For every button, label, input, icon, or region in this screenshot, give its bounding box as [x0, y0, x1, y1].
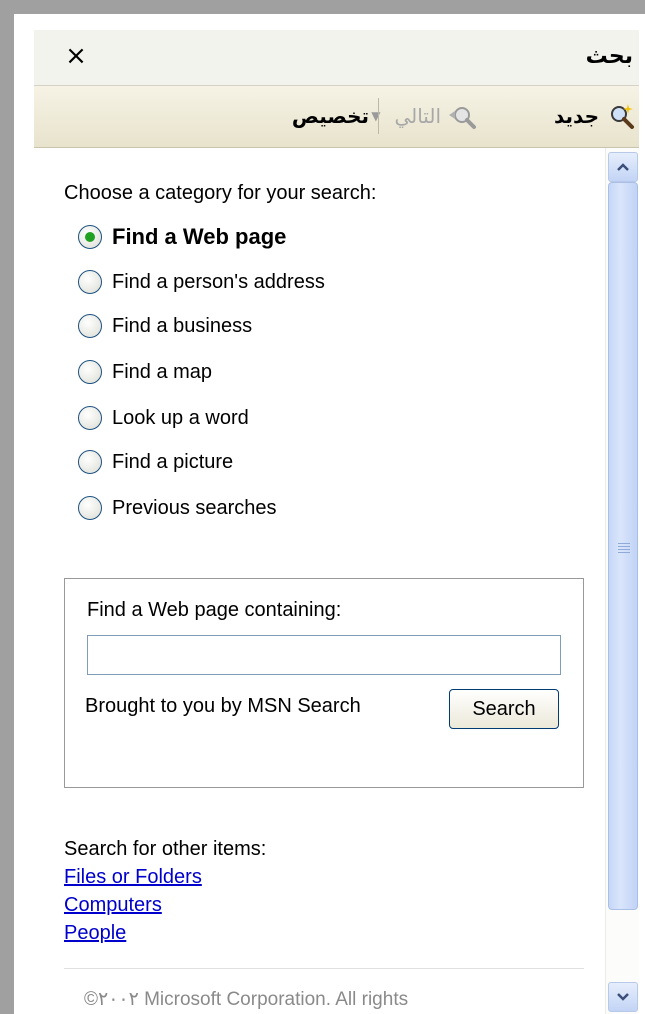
option-find-person-address[interactable]: Find a person's address	[78, 270, 325, 294]
magnifier-sparkle-icon	[605, 100, 637, 132]
new-search-button[interactable]: جديد	[554, 100, 637, 132]
option-label: Look up a word	[112, 406, 249, 429]
radio-button[interactable]	[78, 314, 102, 338]
pane-titlebar: × بحث	[34, 30, 639, 86]
customize-label: تخصيص	[291, 104, 369, 128]
search-pane: × بحث جديد التالي ▼ تخصيص Choose a categ…	[34, 30, 639, 1014]
option-previous-searches[interactable]: Previous searches	[78, 496, 277, 520]
provider-text: Brought to you by MSN Search	[85, 695, 361, 717]
link-people[interactable]: People	[64, 922, 126, 945]
magnifier-arrow-icon	[447, 100, 479, 132]
radio-button[interactable]	[78, 406, 102, 430]
other-items-label: Search for other items:	[64, 838, 267, 860]
dropdown-arrow-icon[interactable]: ▼	[371, 109, 380, 123]
query-field-label: Find a Web page containing:	[87, 599, 342, 621]
option-find-map[interactable]: Find a map	[78, 360, 212, 384]
scroll-up-button[interactable]	[608, 152, 638, 182]
grip-icon	[618, 543, 630, 555]
category-prompt: Choose a category for your search:	[64, 182, 377, 204]
vertical-scrollbar[interactable]	[605, 148, 639, 1014]
option-label: Find a Web page	[112, 224, 287, 249]
window-frame-left	[0, 0, 14, 1014]
next-label: التالي	[394, 104, 441, 128]
close-button[interactable]: ×	[62, 42, 90, 70]
radio-button[interactable]	[78, 225, 102, 249]
footer-divider	[64, 968, 584, 969]
option-find-business[interactable]: Find a business	[78, 314, 252, 338]
radio-button[interactable]	[78, 450, 102, 474]
window-frame-top	[0, 0, 645, 14]
option-label: Find a picture	[112, 450, 234, 473]
new-search-label: جديد	[553, 104, 599, 128]
radio-button[interactable]	[78, 360, 102, 384]
pane-title: بحث	[585, 44, 633, 69]
radio-button[interactable]	[78, 270, 102, 294]
link-computers[interactable]: Computers	[64, 894, 162, 917]
option-label: Previous searches	[112, 496, 277, 519]
chevron-up-icon	[617, 163, 629, 171]
customize-button[interactable]: تخصيص	[292, 100, 369, 132]
chevron-down-icon	[617, 993, 629, 1001]
search-button[interactable]: Search	[449, 689, 559, 729]
toolbar: جديد التالي ▼ تخصيص	[34, 86, 639, 148]
option-label: Find a person's address	[112, 270, 325, 293]
option-label: Find a business	[112, 314, 253, 337]
copyright-text: ©٢٠٠٢ Microsoft Corporation. All rights	[84, 989, 409, 1010]
web-search-group: Find a Web page containing: Brought to y…	[64, 578, 584, 788]
radio-selected-dot	[85, 232, 95, 242]
option-find-picture[interactable]: Find a picture	[78, 450, 233, 474]
radio-button[interactable]	[78, 496, 102, 520]
toolbar-separator	[378, 98, 379, 134]
option-look-up-word[interactable]: Look up a word	[78, 406, 249, 430]
window-frame-inner	[14, 14, 34, 1014]
next-button[interactable]: التالي ▼	[371, 100, 479, 132]
option-find-web-page[interactable]: Find a Web page	[78, 224, 286, 250]
scroll-thumb[interactable]	[608, 182, 638, 910]
search-query-input[interactable]	[87, 635, 561, 675]
option-label: Find a map	[112, 360, 213, 383]
link-files-folders[interactable]: Files or Folders	[64, 866, 202, 889]
scroll-down-button[interactable]	[608, 982, 638, 1012]
search-content: Choose a category for your search: Find …	[34, 148, 604, 1014]
